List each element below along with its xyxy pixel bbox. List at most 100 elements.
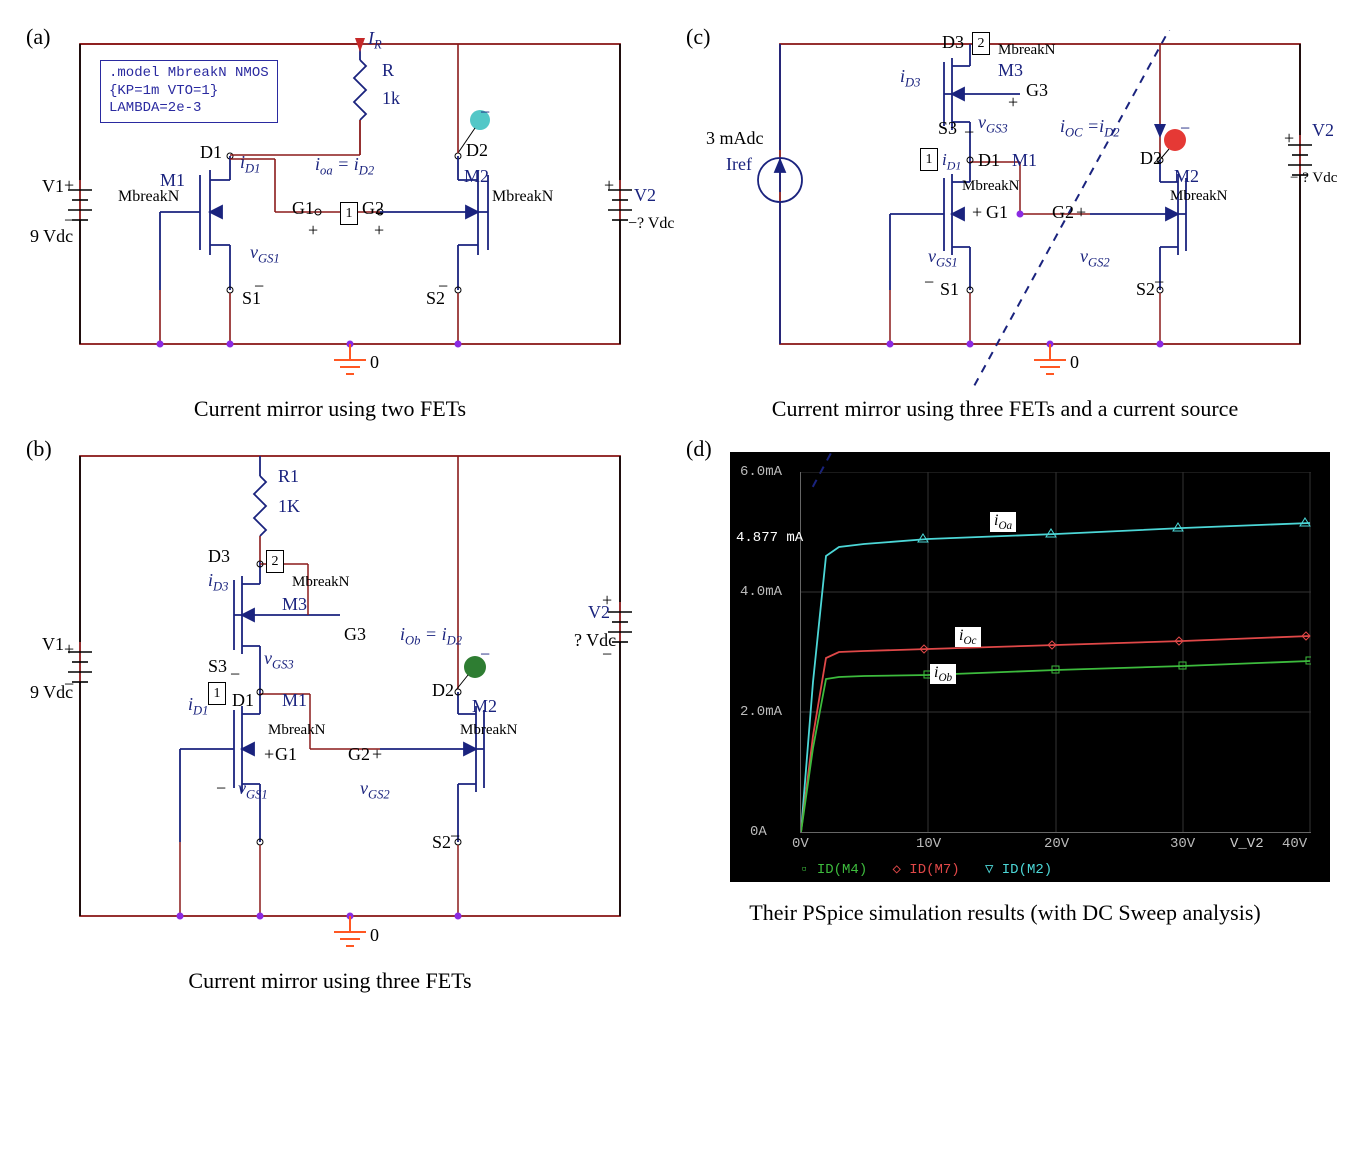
panel-c: (c) xyxy=(680,20,1330,422)
lbl-G1c: G1 xyxy=(986,202,1008,223)
schematic-a: .model MbreakN NMOS {KP=1m VTO=1} LAMBDA… xyxy=(60,30,640,390)
xtick-1: 10V xyxy=(916,836,941,852)
ytick-0: 0A xyxy=(750,824,767,840)
lbl-plusG2c: + xyxy=(1076,202,1086,223)
schematic-b: 2 1 R1 1K D3 iD3 MbreakN M3 G3 vGS3 S3 −… xyxy=(60,442,640,962)
lbl-G2: G2 xyxy=(362,198,384,219)
lbl-V2c: V2 xyxy=(1312,120,1334,141)
trace-lbl-iOc: iOc xyxy=(955,627,981,647)
lbl-Irefval: 3 mAdc xyxy=(706,128,764,149)
caption-c: Current mirror using three FETs and a cu… xyxy=(680,396,1330,422)
lbl-vGS2b: vGS2 xyxy=(360,778,390,803)
lbl-iOC: iOC =iD2 xyxy=(1060,116,1120,141)
lbl-iOb: iOb = iD2 xyxy=(400,624,462,649)
lbl-D2c: D2 xyxy=(1140,148,1162,169)
pspice-plot: 0A 2.0mA 4.0mA 6.0mA 0V 10V 20V 30V 40V … xyxy=(730,452,1330,882)
lbl-D1c: D1 xyxy=(978,150,1000,171)
lbl-gnd0c: 0 xyxy=(1070,352,1079,373)
lbl-vGS2c: vGS2 xyxy=(1080,246,1110,271)
lbl-G1b: G1 xyxy=(275,744,297,765)
node1-box: 1 xyxy=(340,202,358,225)
lbl-M2: M2 xyxy=(464,166,489,187)
panel-b: (b) xyxy=(20,432,640,994)
trace-lbl-iOa: iOa xyxy=(990,512,1016,532)
lbl-V2plus: + xyxy=(604,175,614,196)
lbl-G2b: G2 xyxy=(348,744,370,765)
lbl-Mbk2c: MbreakN xyxy=(1170,188,1227,205)
lbl-V1: V1 xyxy=(42,176,64,197)
lbl-Iref: Iref xyxy=(726,154,752,175)
probe-minus-a: − xyxy=(480,102,490,123)
lbl-plusG2b: + xyxy=(372,744,382,765)
model-line1: .model MbreakN NMOS xyxy=(109,65,269,83)
lbl-vGS1c: vGS1 xyxy=(928,246,958,271)
xtick-3: 30V xyxy=(1170,836,1195,852)
lbl-plusG1c: + xyxy=(972,202,982,223)
lbl-MbreakN2: MbreakN xyxy=(492,188,553,206)
lbl-V2: V2 xyxy=(634,185,656,206)
model-line3: LAMBDA=2e-3 xyxy=(109,100,269,118)
lbl-Mbk2b: MbreakN xyxy=(460,722,517,739)
lbl-S2minus: − xyxy=(438,276,448,297)
lbl-plusG1b: + xyxy=(264,744,274,765)
lbl-V1minus: − xyxy=(64,210,74,231)
lbl-S1minus: − xyxy=(254,276,264,297)
lbl-V1mb: − xyxy=(64,674,74,695)
plot-axes xyxy=(800,472,1311,833)
lbl-iD1b: iD1 xyxy=(188,694,208,719)
xtick-0: 0V xyxy=(792,836,809,852)
lbl-gnd0b: 0 xyxy=(370,925,379,946)
lbl-vGS1b: vGS1 xyxy=(238,778,268,803)
lbl-M2b: M2 xyxy=(472,696,497,717)
panel-c-label: (c) xyxy=(686,24,710,50)
lbl-Mbk3c: MbreakN xyxy=(998,42,1055,59)
lbl-S3c: S3 xyxy=(938,118,957,139)
lbl-S3b: S3 xyxy=(208,656,227,677)
lbl-minusG1b: − xyxy=(216,778,226,799)
lbl-IR: IR xyxy=(368,28,382,53)
lbl-vGS3b: vGS3 xyxy=(264,648,294,673)
trace-lbl-iOb: iOb xyxy=(930,664,956,684)
schematic-c: 2 1 D3 MbreakN M3 G3 iD3 S3 vGS3 + − iD1… xyxy=(720,30,1320,390)
plot-legend: ▫ ID(M4) ◇ ID(M7) ▽ ID(M2) xyxy=(800,861,1052,878)
lbl-V1pb: + xyxy=(64,639,74,660)
lbl-plusG1: + xyxy=(308,220,318,241)
panel-a-label: (a) xyxy=(26,24,50,50)
lbl-Mbk3b: MbreakN xyxy=(292,574,349,591)
lbl-G2c: G2 xyxy=(1052,202,1074,223)
lbl-R1b: R1 xyxy=(278,466,299,487)
lbl-D2b: D2 xyxy=(432,680,454,701)
node1-box-b: 1 xyxy=(208,682,226,705)
lbl-V2mb: − xyxy=(602,644,612,665)
lbl-D3c: D3 xyxy=(942,32,964,53)
lbl-R1valb: 1K xyxy=(278,496,300,517)
lbl-S1c: S1 xyxy=(940,279,959,300)
probe-minus-b: − xyxy=(480,644,490,665)
model-line2: {KP=1m VTO=1} xyxy=(109,83,269,101)
lbl-M2c: M2 xyxy=(1174,166,1199,187)
lbl-S1mc: − xyxy=(924,272,934,293)
lbl-iD1: iD1 xyxy=(240,152,260,177)
schematic-c-svg xyxy=(720,30,1320,390)
lbl-M1c: M1 xyxy=(1012,150,1037,171)
lbl-R: R xyxy=(382,60,394,81)
lbl-Mbk1c: MbreakN xyxy=(962,178,1019,195)
lbl-V1b: V1 xyxy=(42,634,64,655)
lbl-MbreakN1: MbreakN xyxy=(118,188,179,206)
node1-box-c: 1 xyxy=(920,148,938,171)
lbl-V2pc: + xyxy=(1284,128,1294,149)
lbl-iD3b: iD3 xyxy=(208,570,228,595)
lbl-D1: D1 xyxy=(200,142,222,163)
spice-model-box: .model MbreakN NMOS {KP=1m VTO=1} LAMBDA… xyxy=(100,60,278,123)
probe-minus-c: − xyxy=(1180,118,1190,139)
lbl-ioa: ioa = iD2 xyxy=(315,154,374,179)
lbl-iD3c: iD3 xyxy=(900,66,920,91)
lbl-M1b: M1 xyxy=(282,690,307,711)
node2-box-c: 2 xyxy=(972,32,990,55)
lbl-S3mb: − xyxy=(230,664,240,685)
lbl-S2mc: − xyxy=(1154,272,1164,293)
marker-value: 4.877 mA xyxy=(736,530,803,546)
lbl-G3c: G3 xyxy=(1026,80,1048,101)
lbl-S2b: S2 xyxy=(432,832,451,853)
ytick-3: 6.0mA xyxy=(740,464,782,480)
